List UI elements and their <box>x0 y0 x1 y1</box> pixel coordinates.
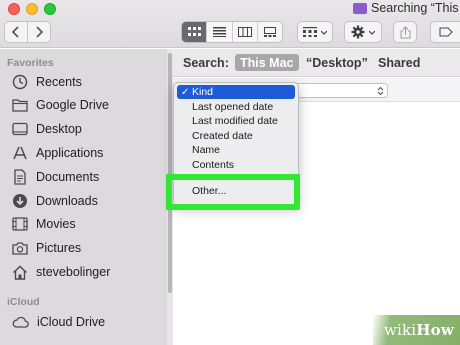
sidebar-item-downloads[interactable]: Downloads <box>12 191 98 211</box>
back-button[interactable] <box>4 21 28 43</box>
sidebar-item-pictures[interactable]: Pictures <box>12 238 81 258</box>
menu-item-label: Last opened date <box>192 101 274 113</box>
group-grid-icon <box>303 27 317 37</box>
sidebar-item-label: iCloud Drive <box>37 315 106 329</box>
logo-part-wiki: wiki <box>383 321 417 339</box>
list-icon <box>212 27 226 37</box>
logo-part-how: How <box>416 321 454 339</box>
applications-icon <box>13 146 27 160</box>
grid-icon <box>187 27 201 36</box>
gallery-icon <box>263 27 276 37</box>
columns-icon <box>237 27 252 37</box>
chevron-right-icon <box>36 26 44 38</box>
clock-icon <box>12 74 28 90</box>
menu-item-label: Name <box>192 144 221 156</box>
sidebar-item-desktop[interactable]: Desktop <box>12 119 82 139</box>
icon-view-button[interactable] <box>182 22 208 42</box>
wikihow-logo: wikiHow <box>384 321 454 339</box>
minimize-window-button[interactable] <box>26 3 38 15</box>
menu-item-label: Created date <box>192 130 253 142</box>
criteria-value-popup[interactable] <box>292 83 388 98</box>
chevron-left-icon <box>11 26 19 38</box>
cloud-icon <box>12 316 29 328</box>
sidebar-item-label: Downloads <box>36 194 98 208</box>
sidebar-item-recents[interactable]: Recents <box>12 72 82 92</box>
icloud-header: iCloud <box>7 296 40 308</box>
wikihow-watermark: wikiHow <box>373 315 460 345</box>
scope-shared-button[interactable]: Shared <box>373 54 425 71</box>
menu-item-name[interactable]: Name <box>174 143 298 157</box>
scope-desktop-button[interactable]: “Desktop” <box>301 54 373 71</box>
folder-icon <box>12 99 28 112</box>
sidebar-item-label: Movies <box>36 217 76 231</box>
sidebar-item-home[interactable]: stevebolinger <box>12 262 110 282</box>
highlight-callout-box <box>166 174 300 210</box>
home-icon <box>13 265 27 280</box>
menu-item-contents[interactable]: Contents <box>174 158 298 172</box>
window-toolbar: Searching “This <box>0 0 460 48</box>
search-scope-label: Search: <box>183 56 229 70</box>
sidebar-scroll-thumb[interactable] <box>168 53 172 293</box>
window-title: Searching “This <box>353 0 459 16</box>
close-window-button[interactable] <box>8 3 20 15</box>
menu-item-last-opened-date[interactable]: Last opened date <box>174 100 298 114</box>
sidebar-item-google-drive[interactable]: Google Drive <box>12 95 109 115</box>
share-button[interactable] <box>393 21 417 43</box>
menu-item-created-date[interactable]: Created date <box>174 129 298 143</box>
action-menu-button[interactable] <box>344 21 382 43</box>
menu-item-last-modified-date[interactable]: Last modified date <box>174 114 298 128</box>
sidebar-item-label: Applications <box>36 146 104 160</box>
document-icon <box>14 169 26 185</box>
column-view-button[interactable] <box>233 22 258 42</box>
desktop-icon <box>12 122 28 136</box>
search-folder-icon <box>353 2 367 14</box>
gallery-view-button[interactable] <box>258 22 282 42</box>
download-icon <box>13 194 27 208</box>
menu-item-label: Kind <box>192 86 214 98</box>
menu-item-label: Contents <box>192 159 235 171</box>
tag-button[interactable] <box>430 21 460 43</box>
gear-icon <box>351 25 365 39</box>
favorites-header: Favorites <box>7 57 54 69</box>
scope-this-mac-button[interactable]: This Mac <box>235 54 299 71</box>
film-icon <box>12 217 28 231</box>
window-title-text: Searching “This <box>371 1 459 15</box>
search-scope-bar: Search: This Mac “Desktop” Shared <box>173 49 460 77</box>
checkmark-icon: ✓ <box>181 86 190 98</box>
menu-item-label: Last modified date <box>192 115 278 127</box>
sidebar-item-label: Google Drive <box>36 98 109 112</box>
sidebar-item-label: Documents <box>36 170 100 184</box>
list-view-button[interactable] <box>207 22 233 42</box>
sidebar-item-movies[interactable]: Movies <box>12 214 76 234</box>
sidebar-item-label: stevebolinger <box>36 265 111 279</box>
up-down-chevron-icon <box>377 86 384 95</box>
sidebar-item-label: Recents <box>36 75 82 89</box>
tag-icon <box>439 27 453 37</box>
view-mode-segmented-control <box>181 21 283 43</box>
camera-icon <box>12 242 28 255</box>
sidebar-item-icloud-drive[interactable]: iCloud Drive <box>12 312 105 332</box>
group-by-button[interactable] <box>297 21 333 43</box>
sidebar-item-documents[interactable]: Documents <box>12 167 99 187</box>
chevron-down-icon <box>321 30 327 35</box>
chevron-down-icon <box>369 30 375 35</box>
share-icon <box>400 25 410 38</box>
menu-item-kind[interactable]: ✓ Kind <box>177 85 295 99</box>
forward-button[interactable] <box>27 21 51 43</box>
sidebar-item-label: Pictures <box>36 241 82 255</box>
sidebar-item-applications[interactable]: Applications <box>12 143 103 163</box>
zoom-window-button[interactable] <box>44 3 56 15</box>
sidebar-item-label: Desktop <box>36 122 82 136</box>
